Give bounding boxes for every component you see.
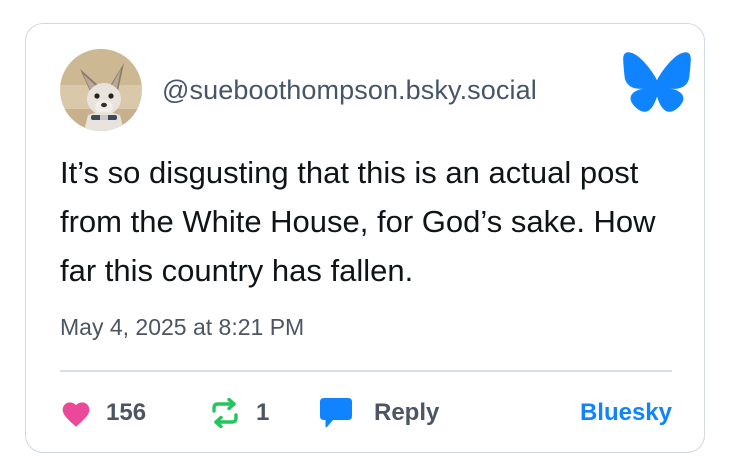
post-header: @sueboothompson.bsky.social	[60, 49, 537, 131]
post-timestamp[interactable]: May 4, 2025 at 8:21 PM	[60, 314, 304, 341]
bluesky-butterfly-icon	[623, 52, 691, 112]
like-button[interactable]: 156	[60, 389, 146, 437]
author-handle[interactable]: @sueboothompson.bsky.social	[162, 75, 537, 106]
reply-label: Reply	[374, 399, 440, 426]
speech-bubble-icon	[320, 398, 352, 428]
avatar[interactable]	[60, 49, 142, 131]
divider	[60, 370, 672, 372]
heart-icon	[62, 402, 90, 427]
action-bar: 156 1 Reply Bluesky	[60, 389, 672, 437]
post-text: It’s so disgusting that this is an actua…	[60, 155, 656, 288]
like-count: 156	[106, 399, 147, 426]
repost-count: 1	[256, 399, 270, 426]
post-card: @sueboothompson.bsky.social It’s so disg…	[25, 23, 705, 453]
reply-button[interactable]: Reply	[318, 389, 439, 437]
repost-arrows-icon	[212, 398, 238, 428]
repost-button[interactable]: 1	[208, 389, 269, 437]
open-in-bluesky-link[interactable]: Bluesky	[580, 389, 672, 437]
